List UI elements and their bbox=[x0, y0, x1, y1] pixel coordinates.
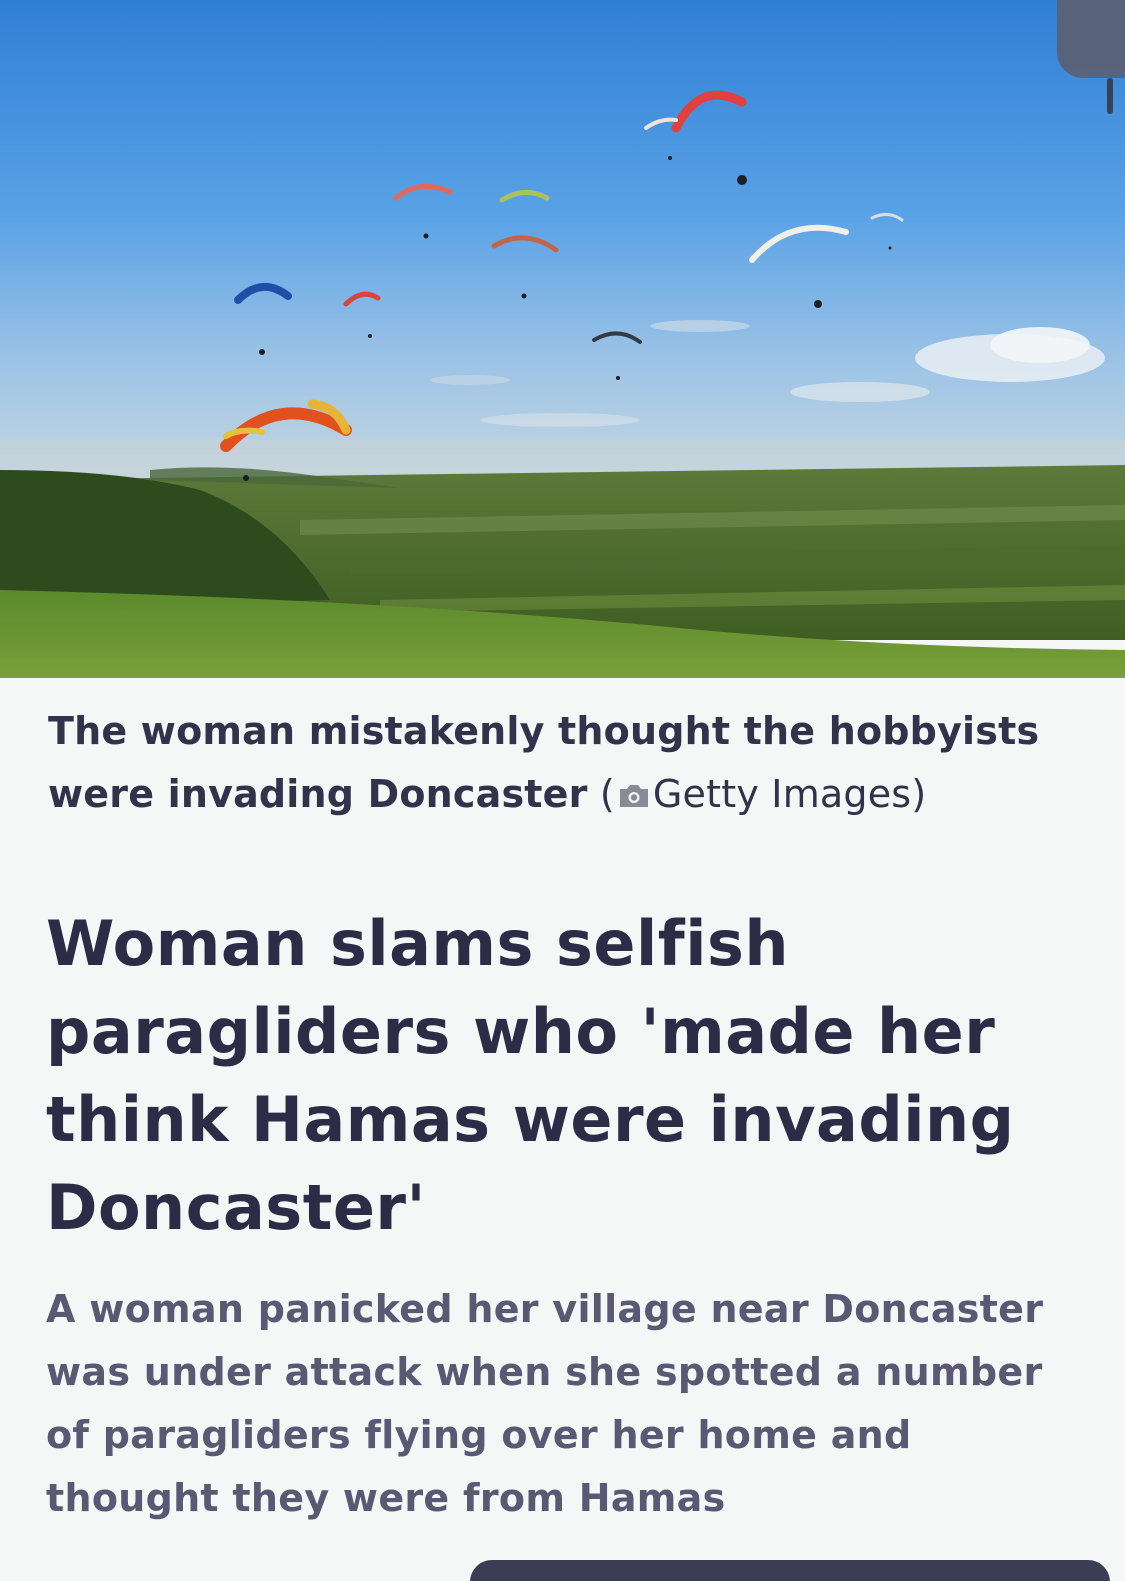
credit-source: Getty Images bbox=[652, 772, 912, 816]
paragliders-photo bbox=[0, 0, 1125, 678]
overlay-tab bbox=[1057, 0, 1125, 78]
credit-open: ( bbox=[587, 772, 615, 816]
article-standfirst: A woman panicked her village near Doncas… bbox=[46, 1287, 1044, 1520]
bottom-toolbar[interactable] bbox=[470, 1560, 1110, 1581]
hero-image bbox=[0, 0, 1125, 678]
image-caption: The woman mistakenly thought the hobbyis… bbox=[48, 700, 1068, 826]
credit-close: ) bbox=[911, 772, 927, 816]
article-headline: Woman slams selfish paragliders who 'mad… bbox=[46, 907, 1015, 1244]
overlay-handle bbox=[1107, 78, 1113, 114]
caption-credit: ( Getty Images) bbox=[588, 772, 927, 816]
camera-icon bbox=[619, 785, 648, 807]
